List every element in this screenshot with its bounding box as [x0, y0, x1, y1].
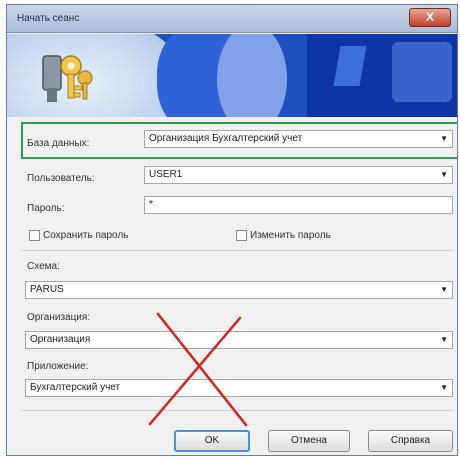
database-value: Организация Бухгалтерский учет	[149, 133, 303, 144]
divider	[21, 410, 453, 411]
help-button[interactable]: Справка	[368, 430, 453, 452]
chevron-down-icon[interactable]: ▼	[440, 332, 448, 348]
save-password-checkbox[interactable]	[29, 230, 40, 241]
password-field[interactable]: *	[144, 196, 453, 214]
database-select[interactable]: Организация Бухгалтерский учет ▼	[144, 130, 453, 148]
chevron-down-icon[interactable]: ▼	[440, 167, 448, 183]
save-password-label[interactable]: Сохранить пароль	[43, 230, 128, 241]
user-label: Пользователь:	[27, 173, 95, 184]
change-password-label[interactable]: Изменить пароль	[250, 230, 331, 241]
ok-button[interactable]: OK	[174, 430, 250, 452]
divider	[21, 250, 453, 251]
scheme-value: PARUS	[30, 284, 64, 295]
banner-shape	[217, 34, 287, 117]
chevron-down-icon[interactable]: ▼	[440, 131, 448, 147]
cancel-button[interactable]: Отмена	[268, 430, 350, 452]
organization-label: Организация:	[27, 312, 91, 323]
header-banner	[7, 34, 457, 117]
login-dialog: Начать сеанс X База данных: Организация …	[6, 4, 458, 456]
organization-value: Организация	[30, 334, 91, 345]
change-password-checkbox[interactable]	[236, 230, 247, 241]
organization-select[interactable]: Организация ▼	[25, 331, 453, 349]
application-select[interactable]: Бухгалтерский учет ▼	[25, 379, 453, 397]
scheme-select[interactable]: PARUS ▼	[25, 281, 453, 299]
user-value: USER1	[149, 169, 183, 180]
chevron-down-icon[interactable]: ▼	[440, 282, 448, 298]
database-label: База данных:	[27, 138, 90, 149]
keys-icon	[42, 55, 93, 102]
close-button[interactable]: X	[409, 8, 451, 27]
user-select[interactable]: USER1 ▼	[144, 166, 453, 184]
title-bar[interactable]: Начать сеанс X	[7, 5, 457, 33]
window-title: Начать сеанс	[17, 13, 80, 24]
application-label: Приложение:	[27, 361, 89, 372]
chevron-down-icon[interactable]: ▼	[440, 380, 448, 396]
banner-shape	[392, 42, 452, 102]
password-value: *	[149, 199, 153, 210]
application-value: Бухгалтерский учет	[30, 382, 121, 393]
scheme-label: Схема:	[27, 261, 60, 272]
password-label: Пароль:	[27, 203, 65, 214]
